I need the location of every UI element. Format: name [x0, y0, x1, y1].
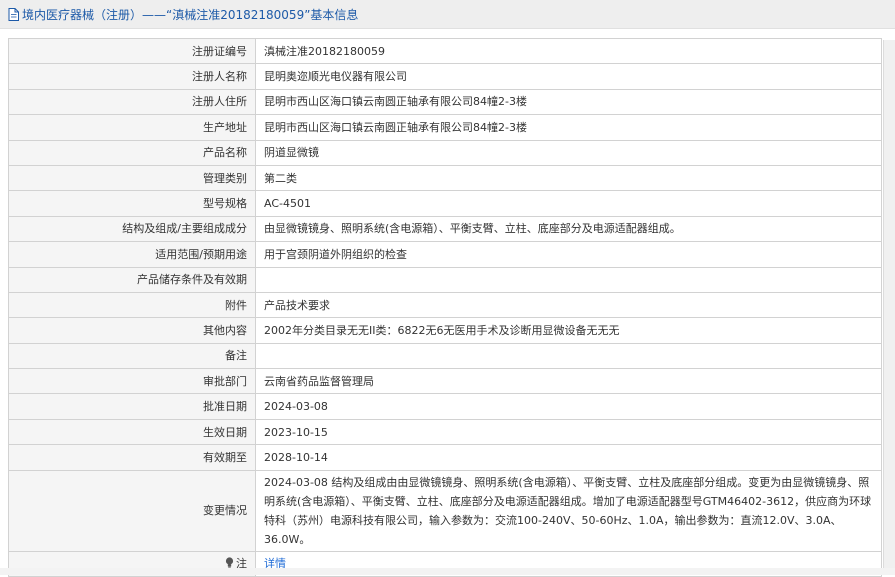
- row-value: [255, 266, 882, 293]
- table-row: 注册证编号 滇械注准20182180059: [8, 37, 882, 65]
- row-label: 有效期至: [8, 444, 256, 471]
- table-row: 结构及组成/主要组成成分 由显微镜镜身、照明系统(含电源箱）、平衡支臂、立柱、底座…: [8, 215, 882, 243]
- row-value: 阴道显微镜: [255, 139, 882, 166]
- row-value: 滇械注准20182180059: [255, 37, 882, 65]
- document-icon: [8, 7, 19, 21]
- row-label: 适用范围/预期用途: [8, 241, 256, 268]
- row-value: 2023-10-15: [255, 418, 882, 446]
- page-header: 境内医疗器械（注册）——“滇械注准20182180059”基本信息: [0, 0, 895, 29]
- table-row: 审批部门 云南省药品监督管理局: [8, 368, 882, 395]
- change-label: 变更情况: [8, 469, 256, 552]
- page-title: 境内医疗器械（注册）——“滇械注准20182180059”基本信息: [22, 7, 359, 22]
- row-value: 云南省药品监督管理局: [255, 368, 882, 395]
- row-label: 生效日期: [8, 418, 256, 446]
- row-value: 昆明市西山区海口镇云南圆正轴承有限公司84幢2-3楼: [255, 88, 882, 116]
- table-row: 管理类别 第二类: [8, 164, 882, 192]
- table-row: 批准日期 2024-03-08: [8, 393, 882, 420]
- table-row: 产品名称 阴道显微镜: [8, 139, 882, 166]
- change-row: 变更情况 2024-03-08 结构及组成由由显微镜镜身、照明系统(含电源箱）、…: [8, 469, 882, 552]
- row-label: 注册人名称: [8, 63, 256, 90]
- row-label: 审批部门: [8, 368, 256, 395]
- table-row: 其他内容 2002年分类目录无无II类：6822无6无医用手术及诊断用显微设备无无…: [8, 317, 882, 344]
- vertical-scrollbar[interactable]: [883, 40, 895, 575]
- row-label: 注册人住所: [8, 88, 256, 116]
- row-label: 附件: [8, 291, 256, 319]
- row-value: 用于宫颈阴道外阴组织的检查: [255, 241, 882, 268]
- table-row: 适用范围/预期用途 用于宫颈阴道外阴组织的检查: [8, 241, 882, 268]
- row-label: 生产地址: [8, 114, 256, 141]
- row-label: 备注: [8, 342, 256, 370]
- row-value: 第二类: [255, 164, 882, 192]
- info-table: 注册证编号 滇械注准20182180059 注册人名称 昆明奥迩顺光电仪器有限公司 …: [8, 37, 882, 577]
- table-row: 有效期至 2028-10-14: [8, 444, 882, 471]
- row-label: 注册证编号: [8, 37, 256, 65]
- row-value: 2028-10-14: [255, 444, 882, 471]
- lightbulb-icon: [225, 557, 234, 568]
- row-label: 产品储存条件及有效期: [8, 266, 256, 293]
- row-value: 由显微镜镜身、照明系统(含电源箱）、平衡支臂、立柱、底座部分及电源适配器组成。: [255, 215, 882, 243]
- row-value: AC-4501: [255, 190, 882, 217]
- row-value: 2002年分类目录无无II类：6822无6无医用手术及诊断用显微设备无无无: [255, 317, 882, 344]
- table-row: 生效日期 2023-10-15: [8, 418, 882, 446]
- table-row: 注册人住所 昆明市西山区海口镇云南圆正轴承有限公司84幢2-3楼: [8, 88, 882, 116]
- change-value: 2024-03-08 结构及组成由由显微镜镜身、照明系统(含电源箱）、平衡支臂、…: [255, 469, 882, 552]
- row-label: 结构及组成/主要组成成分: [8, 215, 256, 243]
- table-row: 型号规格 AC-4501: [8, 190, 882, 217]
- row-value: 产品技术要求: [255, 291, 882, 319]
- row-label: 管理类别: [8, 164, 256, 192]
- table-row: 生产地址 昆明市西山区海口镇云南圆正轴承有限公司84幢2-3楼: [8, 114, 882, 141]
- table-row: 注册人名称 昆明奥迩顺光电仪器有限公司: [8, 63, 882, 90]
- row-value: 昆明奥迩顺光电仪器有限公司: [255, 63, 882, 90]
- row-label: 其他内容: [8, 317, 256, 344]
- table-row: 备注: [8, 342, 882, 370]
- row-value: 昆明市西山区海口镇云南圆正轴承有限公司84幢2-3楼: [255, 114, 882, 141]
- table-row: 产品储存条件及有效期: [8, 266, 882, 293]
- table-row: 附件 产品技术要求: [8, 291, 882, 319]
- row-label: 型号规格: [8, 190, 256, 217]
- info-table-body: 注册证编号 滇械注准20182180059 注册人名称 昆明奥迩顺光电仪器有限公司 …: [8, 37, 882, 577]
- horizontal-scrollbar[interactable]: [0, 568, 895, 575]
- row-value: 2024-03-08: [255, 393, 882, 420]
- row-label: 产品名称: [8, 139, 256, 166]
- info-table-container: 注册证编号 滇械注准20182180059 注册人名称 昆明奥迩顺光电仪器有限公司 …: [8, 37, 882, 577]
- row-value: [255, 342, 882, 370]
- row-label: 批准日期: [8, 393, 256, 420]
